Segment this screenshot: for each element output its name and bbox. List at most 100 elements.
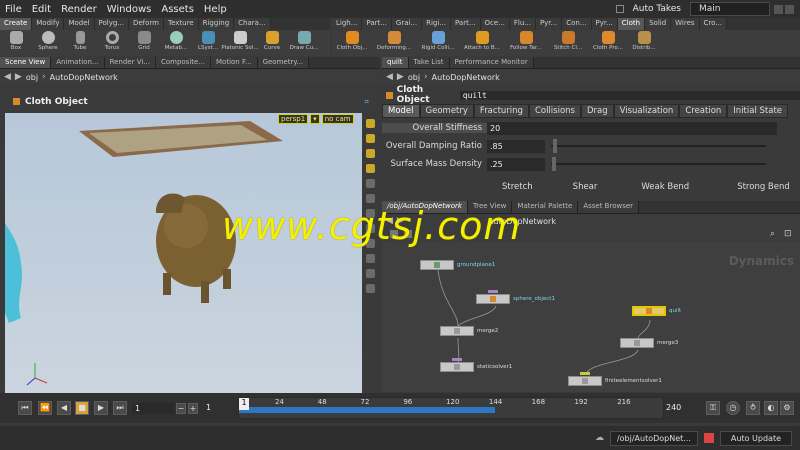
current-frame-field[interactable]: 1: [132, 403, 174, 414]
play-reverse-icon[interactable]: ◀: [57, 401, 71, 415]
tab-take-list[interactable]: Take List: [408, 57, 450, 68]
node-name-field[interactable]: quilt: [459, 90, 800, 100]
tool-distribute[interactable]: Distrib...: [628, 31, 660, 51]
guides-icon[interactable]: [365, 284, 375, 293]
frame-increment-icon[interactable]: +: [188, 403, 198, 414]
menu-file[interactable]: File: [0, 4, 27, 15]
density-slider-handle[interactable]: [552, 157, 556, 171]
jump-start-icon[interactable]: ⏮: [18, 401, 32, 415]
tool-deforming[interactable]: Deforming...: [372, 31, 416, 51]
viewport-pin-icon[interactable]: ⌗: [364, 97, 369, 107]
keys-icon[interactable]: ⚿: [706, 401, 720, 415]
param-back-icon[interactable]: ◀: [386, 72, 393, 82]
tab-render-view[interactable]: Render Vi...: [104, 57, 156, 68]
shelf-tab-polygon[interactable]: Polyg...: [94, 18, 129, 30]
frame-decrement-icon[interactable]: −: [176, 403, 186, 414]
tool-platonic[interactable]: Platonic Sol...: [221, 31, 259, 51]
tool-lsystem[interactable]: LSyst...: [192, 31, 224, 51]
shelf-tab-grains[interactable]: Grai...: [391, 18, 423, 30]
tool-metaball[interactable]: Metab...: [160, 31, 192, 51]
shelf-tab-crowds[interactable]: Cro...: [699, 18, 727, 30]
step-back-icon[interactable]: ⏪: [38, 401, 52, 415]
density-slider[interactable]: [551, 157, 766, 171]
tool-follow-target[interactable]: Follow Tar...: [504, 31, 548, 51]
tab-geometry[interactable]: Geometry...: [257, 57, 310, 68]
tool-torus[interactable]: Torus: [96, 31, 128, 51]
net-search-icon[interactable]: ⌕: [770, 229, 775, 239]
node-sphere-object1[interactable]: sphere_object1: [476, 290, 555, 304]
node-merge2[interactable]: merge2: [440, 326, 498, 336]
forward-icon[interactable]: ▶: [15, 72, 22, 82]
camera-icon[interactable]: [365, 254, 375, 263]
shading-icon[interactable]: [365, 164, 375, 173]
camera-select[interactable]: persp1: [278, 114, 309, 124]
play-forward-icon[interactable]: ▶: [94, 401, 108, 415]
timeline-track[interactable]: 1 24 48 72 96 120 144 168 192 216: [238, 397, 664, 419]
tool-tube[interactable]: Tube: [64, 31, 96, 51]
node-staticsolver1[interactable]: staticsolver1: [440, 358, 512, 372]
shelf-tab-pyro1[interactable]: Pyr...: [535, 18, 563, 30]
shelf-tab-wires[interactable]: Wires: [671, 18, 700, 30]
tool-stitch-cloth[interactable]: Stitch Cl...: [548, 31, 588, 51]
shelf-tab-cloth[interactable]: Cloth: [617, 18, 646, 30]
playbar-options-icon[interactable]: ⚙: [780, 401, 794, 415]
shelf-tab-pyro2[interactable]: Pyr...: [591, 18, 618, 30]
tool-cloth-object[interactable]: Cloth Obj...: [332, 31, 372, 51]
tool-attach-body[interactable]: Attach to B...: [460, 31, 504, 51]
realtime-icon[interactable]: ◷: [726, 401, 740, 415]
shelf-tab-model[interactable]: Model: [64, 18, 95, 30]
damping-value[interactable]: .85: [487, 139, 545, 153]
param-tab-initial-state[interactable]: Initial State: [727, 104, 789, 118]
audio-icon[interactable]: ◐: [764, 401, 778, 415]
no-cam-select[interactable]: no cam: [321, 114, 354, 124]
tab-material-palette[interactable]: Material Palette: [512, 201, 579, 213]
tool-sphere[interactable]: Sphere: [32, 31, 64, 51]
shelf-tab-ocean[interactable]: Oce...: [480, 18, 510, 30]
ghost-icon[interactable]: [365, 149, 375, 158]
network-editor[interactable]: Dynamics groundplane1 sphere_object1 mer…: [382, 242, 800, 392]
tab-motion-fx[interactable]: Motion F...: [211, 57, 258, 68]
scene-viewport[interactable]: [5, 113, 362, 393]
density-value[interactable]: .25: [487, 157, 545, 171]
shelf-tab-rigging[interactable]: Rigging: [198, 18, 235, 30]
tool-curve[interactable]: Curve: [256, 31, 288, 51]
tab-animation[interactable]: Animation...: [51, 57, 105, 68]
shelf-tab-modify[interactable]: Modify: [32, 18, 65, 30]
tab-scene-view[interactable]: Scene View: [0, 57, 52, 68]
end-frame-field[interactable]: 240: [666, 403, 681, 412]
param-path-network[interactable]: AutoDopNetwork: [432, 73, 500, 82]
shelf-tab-rigid[interactable]: Rigi...: [422, 18, 451, 30]
shelf-tab-lights[interactable]: Ligh...: [332, 18, 363, 30]
light-icon[interactable]: [365, 269, 375, 278]
desktop-select[interactable]: Main: [690, 2, 770, 16]
shelf-tab-character[interactable]: Chara...: [234, 18, 271, 30]
tab-composite[interactable]: Composite...: [155, 57, 212, 68]
damping-slider[interactable]: [551, 139, 766, 153]
shelf-tab-particles[interactable]: Part...: [362, 18, 392, 30]
tool-draw-curve[interactable]: Draw Cu...: [288, 31, 320, 51]
shelf-tab-containers[interactable]: Con...: [562, 18, 592, 30]
status-path[interactable]: /obj/AutoDopNet...: [609, 430, 698, 446]
tool-rigid-collision[interactable]: Rigid Colli...: [416, 31, 460, 51]
path-obj[interactable]: obj: [26, 73, 38, 82]
menu-windows[interactable]: Windows: [102, 4, 157, 15]
param-tab-drag[interactable]: Drag: [580, 104, 614, 118]
tool-cloth-properties[interactable]: Cloth Pro...: [588, 31, 628, 51]
damping-slider-handle[interactable]: [553, 139, 557, 153]
net-frame-icon[interactable]: ⊡: [784, 229, 792, 239]
shelf-tab-particle-fluids[interactable]: Part...: [451, 18, 481, 30]
win-min-icon[interactable]: [774, 4, 783, 14]
win-max-icon[interactable]: [785, 4, 794, 14]
tab-quilt[interactable]: quilt: [382, 57, 409, 68]
node-merge3[interactable]: merge3: [620, 338, 678, 348]
shelf-tab-fluids[interactable]: Flu...: [509, 18, 536, 30]
menu-render[interactable]: Render: [56, 4, 102, 15]
tab-performance-monitor[interactable]: Performance Monitor: [449, 57, 534, 68]
shelf-tab-deform[interactable]: Deform: [128, 18, 164, 30]
path-network[interactable]: AutoDopNetwork: [50, 73, 118, 82]
menu-help[interactable]: Help: [199, 4, 232, 15]
param-tab-creation[interactable]: Creation: [679, 104, 728, 118]
param-path-obj[interactable]: obj: [408, 73, 420, 82]
update-mode-button[interactable]: Auto Update: [719, 430, 792, 446]
menu-edit[interactable]: Edit: [27, 4, 56, 15]
